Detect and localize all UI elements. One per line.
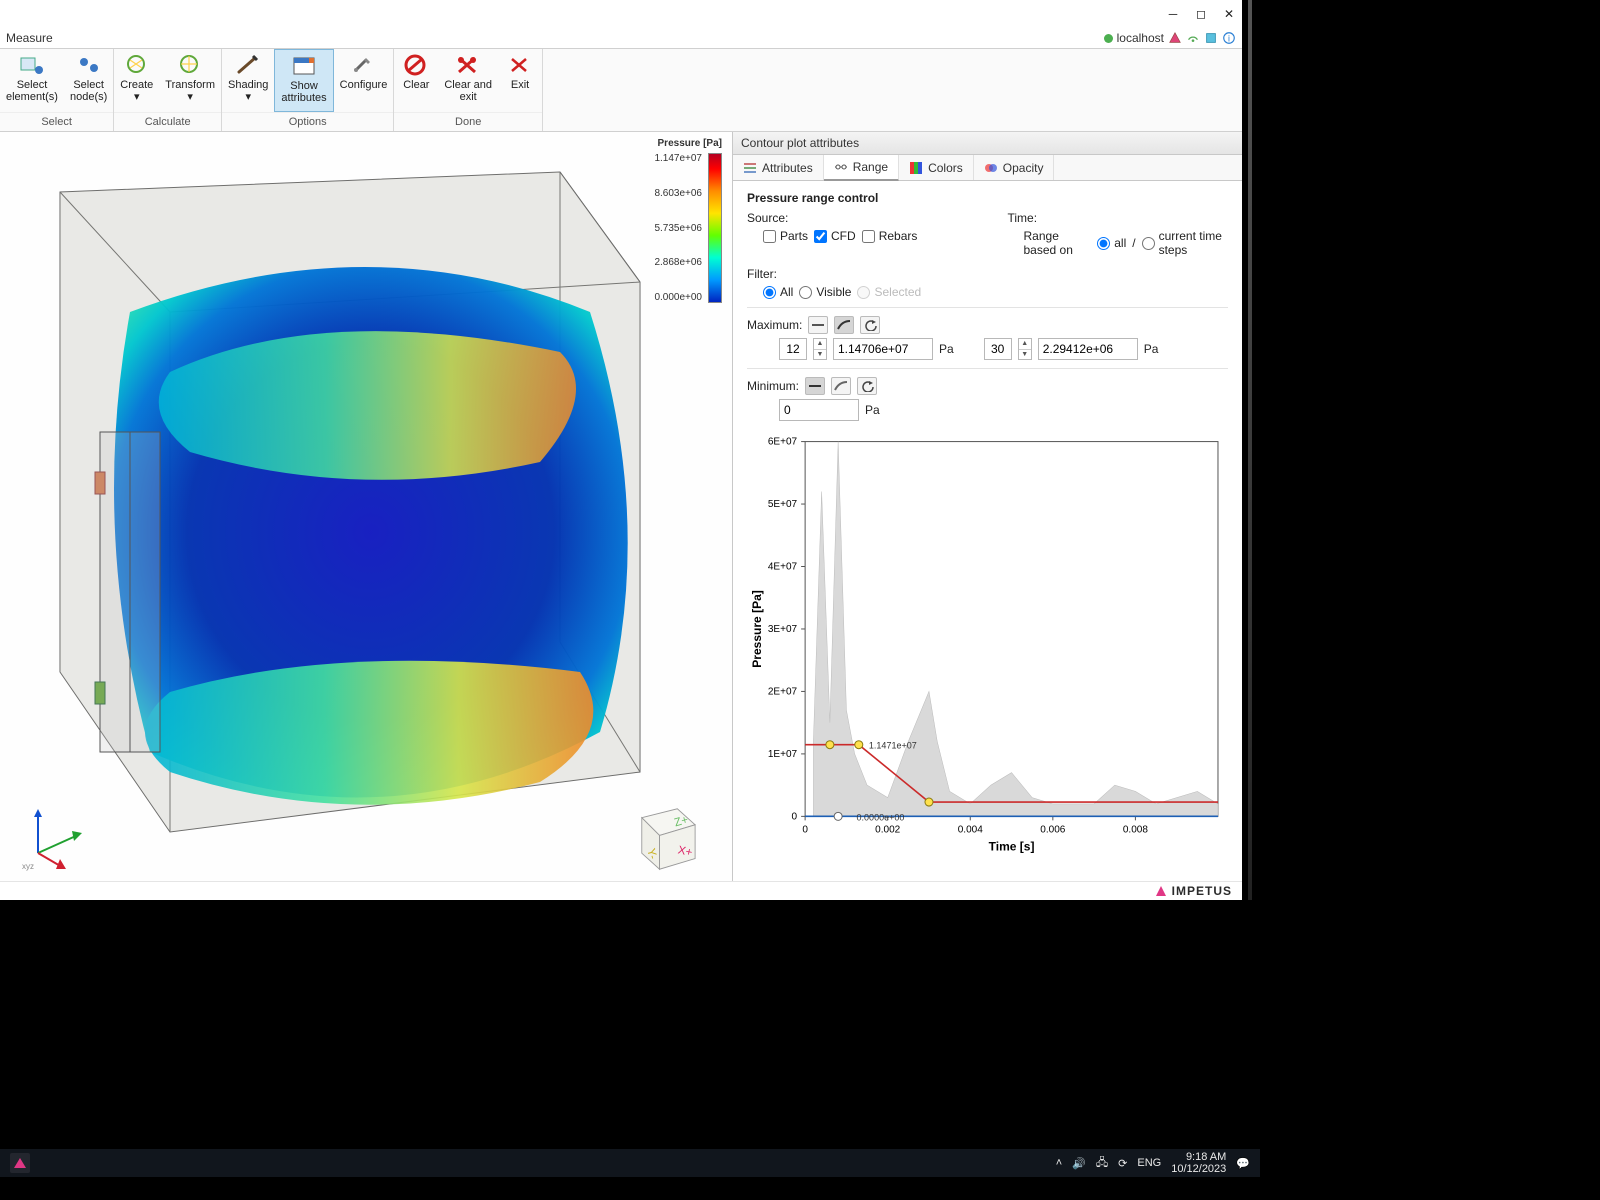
- filter-selected-radio: Selected: [857, 285, 921, 299]
- max-step-spinner[interactable]: ▲▼: [813, 338, 827, 360]
- taskbar: ˄ 🔊 🖧 ⟳ ENG 9:18 AM 10/12/2023 💬: [0, 1149, 1260, 1177]
- window-titlebar: ─ ◻ ✕: [0, 0, 1242, 28]
- select-nodes-button[interactable]: Select node(s): [64, 49, 113, 112]
- min-mode-flat-button[interactable]: [805, 377, 825, 395]
- configure-button[interactable]: Configure: [334, 49, 394, 112]
- svg-text:4E+07: 4E+07: [768, 562, 798, 573]
- view-cube[interactable]: Z+ X+ Y-: [624, 791, 704, 871]
- svg-text:0.006: 0.006: [1040, 824, 1065, 835]
- maximum-label: Maximum:: [747, 318, 802, 332]
- max-unit2: Pa: [1144, 342, 1159, 356]
- svg-text:0: 0: [802, 824, 808, 835]
- source-label: Source:: [747, 211, 968, 225]
- menubar: Measure localhost i: [0, 28, 1242, 48]
- range-chart[interactable]: 0 1E+07 2E+07 3E+07 4E+07 5E+07 6E+07 0 0.002 0.0…: [747, 429, 1228, 859]
- ribbon-toolbar: Select element(s) Select node(s) Select …: [0, 48, 1242, 132]
- max-value2-input[interactable]: [1038, 338, 1138, 360]
- status-icon-1[interactable]: [1168, 31, 1182, 45]
- ribbon-group-calculate: Calculate: [114, 112, 221, 131]
- brand-text: IMPETUS: [1172, 884, 1232, 898]
- ribbon-group-options: Options: [222, 112, 393, 131]
- cfd-scene: mit: [0, 132, 720, 872]
- filter-visible-radio[interactable]: Visible: [799, 285, 851, 299]
- ribbon-group-select: Select: [0, 112, 113, 131]
- tab-attributes[interactable]: Attributes: [733, 155, 824, 180]
- tray-network-icon[interactable]: 🖧: [1096, 1154, 1108, 1173]
- taskbar-app-icon[interactable]: [10, 1153, 30, 1173]
- svg-text:5E+07: 5E+07: [768, 499, 798, 510]
- panel-heading: Pressure range control: [747, 191, 1228, 205]
- create-button[interactable]: Create ▾: [114, 49, 159, 112]
- minimum-label: Minimum:: [747, 379, 799, 393]
- minimize-button[interactable]: ─: [1166, 7, 1180, 21]
- exit-button[interactable]: Exit: [498, 49, 542, 112]
- max-unit: Pa: [939, 342, 954, 356]
- connection-status-icon: [1104, 34, 1113, 43]
- time-all-radio[interactable]: all: [1097, 236, 1126, 250]
- svg-text:1.1471e+07: 1.1471e+07: [869, 741, 917, 751]
- min-mode-curve-button[interactable]: [831, 377, 851, 395]
- tab-opacity[interactable]: Opacity: [974, 155, 1055, 180]
- source-rebars-checkbox[interactable]: Rebars: [862, 229, 918, 243]
- svg-text:Pressure [Pa]: Pressure [Pa]: [750, 590, 764, 667]
- max-mode-flat-button[interactable]: [808, 316, 828, 334]
- panel-tabs: Attributes Range Colors Opacity: [733, 155, 1242, 181]
- filter-all-radio[interactable]: All: [763, 285, 793, 299]
- shading-button[interactable]: Shading ▾: [222, 49, 274, 112]
- time-current-radio[interactable]: current time steps: [1142, 229, 1228, 257]
- svg-text:Time [s]: Time [s]: [989, 839, 1035, 853]
- max-step-input[interactable]: [779, 338, 807, 360]
- svg-text:0.002: 0.002: [875, 824, 900, 835]
- info-icon[interactable]: i: [1222, 31, 1236, 45]
- svg-text:6E+07: 6E+07: [768, 437, 798, 448]
- min-value-input[interactable]: [779, 399, 859, 421]
- attributes-panel: Contour plot attributes Attributes Range…: [732, 132, 1242, 881]
- ribbon-group-done: Done: [394, 112, 542, 131]
- filter-label: Filter:: [747, 267, 1228, 281]
- maximize-button[interactable]: ◻: [1194, 7, 1208, 21]
- close-button[interactable]: ✕: [1222, 7, 1236, 21]
- tray-notifications-icon[interactable]: 💬: [1236, 1157, 1250, 1170]
- tray-chevron-icon[interactable]: ˄: [1056, 1157, 1062, 1169]
- svg-text:0: 0: [792, 811, 798, 822]
- select-elements-button[interactable]: Select element(s): [0, 49, 64, 112]
- panel-title: Contour plot attributes: [733, 132, 1242, 155]
- menu-measure[interactable]: Measure: [6, 31, 53, 45]
- clear-button[interactable]: Clear: [394, 49, 438, 112]
- svg-text:0.004: 0.004: [958, 824, 983, 835]
- svg-text:0.0000e+00: 0.0000e+00: [857, 812, 905, 822]
- svg-text:xyz: xyz: [22, 862, 34, 871]
- clear-exit-button[interactable]: Clear and exit: [438, 49, 498, 112]
- show-attributes-button[interactable]: Show attributes: [274, 49, 333, 112]
- viewport-3d[interactable]: Pressure [Pa] 1.147e+07 8.603e+06 5.735e…: [0, 132, 732, 881]
- brand-bar: IMPETUS: [0, 881, 1242, 900]
- max-mode-curve-button[interactable]: [834, 316, 854, 334]
- axis-triad-icon: xyz: [20, 801, 90, 871]
- min-reset-button[interactable]: [857, 377, 877, 395]
- source-parts-checkbox[interactable]: Parts: [763, 229, 808, 243]
- svg-text:i: i: [1228, 34, 1230, 44]
- status-icon-2[interactable]: [1186, 31, 1200, 45]
- status-icon-3[interactable]: [1204, 31, 1218, 45]
- svg-text:2E+07: 2E+07: [768, 686, 798, 697]
- max-step2-spinner[interactable]: ▲▼: [1018, 338, 1032, 360]
- source-cfd-checkbox[interactable]: CFD: [814, 229, 856, 243]
- connection-host: localhost: [1117, 31, 1164, 45]
- max-reset-button[interactable]: [860, 316, 880, 334]
- tray-language[interactable]: ENG: [1137, 1157, 1161, 1169]
- max-step2-input[interactable]: [984, 338, 1012, 360]
- tab-colors[interactable]: Colors: [899, 155, 974, 180]
- max-value-input[interactable]: [833, 338, 933, 360]
- svg-text:3E+07: 3E+07: [768, 624, 798, 635]
- svg-text:1E+07: 1E+07: [768, 749, 798, 760]
- svg-text:0.008: 0.008: [1123, 824, 1148, 835]
- range-basis-prefix: Range based on: [1024, 229, 1092, 257]
- tray-sync-icon[interactable]: ⟳: [1118, 1157, 1127, 1170]
- tab-range[interactable]: Range: [824, 155, 899, 181]
- min-unit: Pa: [865, 403, 880, 417]
- taskbar-clock[interactable]: 9:18 AM 10/12/2023: [1171, 1151, 1226, 1175]
- transform-button[interactable]: Transform ▾: [159, 49, 221, 112]
- tray-speaker-icon[interactable]: 🔊: [1072, 1157, 1086, 1170]
- time-label: Time:: [1008, 211, 1229, 225]
